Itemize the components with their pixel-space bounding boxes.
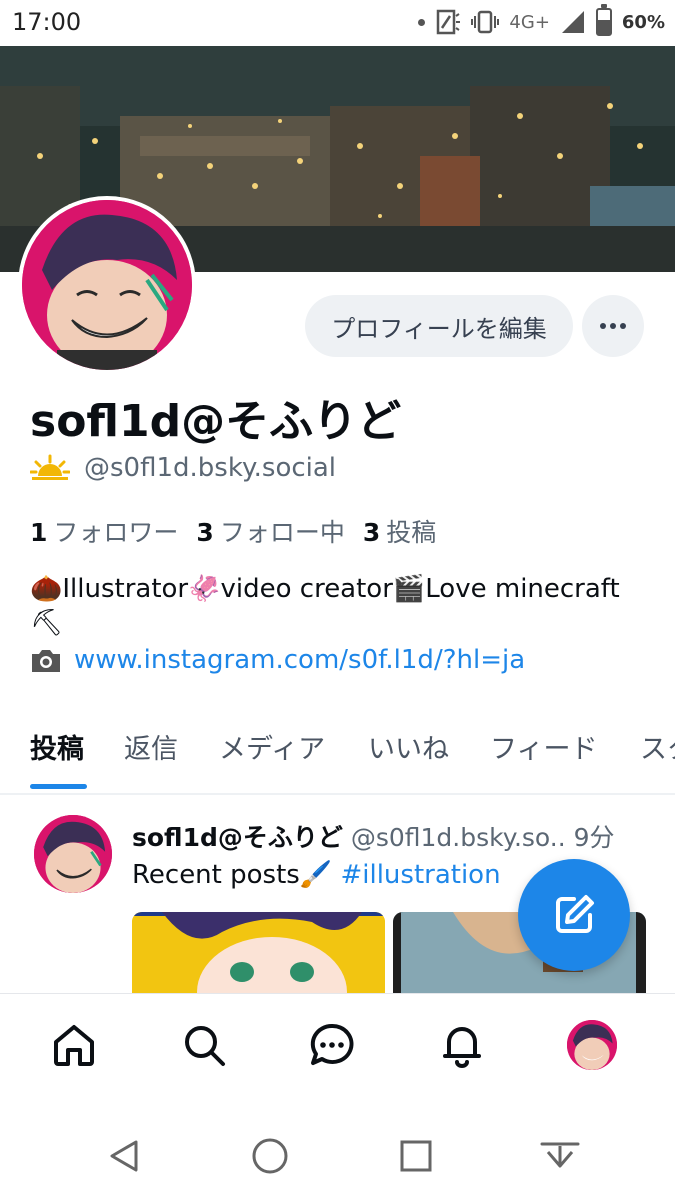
post-header: sofl1d@そふりど @s0fl1d.bsky.so.. 9分 [132, 818, 615, 854]
battery-text: 60% [621, 11, 665, 33]
system-back-button[interactable] [104, 1136, 144, 1176]
dot-icon [600, 323, 606, 329]
following-stat[interactable]: 3 フォロー中 [196, 513, 344, 549]
hide-keyboard-icon [540, 1142, 580, 1168]
edit-profile-button[interactable]: プロフィールを編集 [305, 295, 573, 357]
network-label: 4G+ [509, 11, 550, 33]
posts-stat: 3 投稿 [362, 518, 437, 547]
sunrise-icon [30, 454, 70, 480]
display-name: sofl1d@そふりど [30, 396, 402, 447]
bell-icon [443, 1027, 481, 1068]
bio-link[interactable]: www.instagram.com/s0f.l1d/?hl=ja [74, 645, 525, 675]
handle-row: @s0fl1d.bsky.social [30, 453, 336, 483]
status-icons: 4G+ 60% [418, 4, 665, 38]
chat-icon [310, 1023, 354, 1065]
tab-starter-packs[interactable]: スタ [640, 727, 675, 766]
system-nav-bar [0, 1106, 675, 1200]
post-author-name[interactable]: sofl1d@そふりど [132, 823, 343, 852]
vibrate-icon [471, 10, 500, 34]
recents-square-icon [400, 1140, 432, 1172]
status-time: 17:00 [12, 8, 82, 36]
post-hashtag[interactable]: #illustration [340, 860, 500, 890]
tab-replies[interactable]: 返信 [124, 727, 178, 766]
system-keyboard-button[interactable] [540, 1136, 580, 1176]
post-author-handle: @s0fl1d.bsky.so.. [350, 823, 566, 852]
profile-avatar[interactable] [18, 196, 196, 374]
avatar-illustration [567, 1020, 617, 1070]
home-icon [54, 1025, 94, 1066]
handle-text: @s0fl1d.bsky.social [84, 453, 337, 483]
nav-chat[interactable] [307, 1020, 357, 1070]
post-image-illustration [132, 912, 385, 1002]
home-circle-icon [252, 1138, 288, 1174]
profile-bio: 🌰Illustrator🦑video creator🎬Love minecraf… [30, 574, 620, 638]
status-bar: 17:00 4G+ 60% [0, 0, 675, 46]
signal-icon [561, 11, 584, 33]
tab-feeds[interactable]: フィード [490, 727, 597, 766]
tab-likes[interactable]: いいね [368, 727, 449, 766]
battery-fill [597, 19, 610, 34]
post-body: Recent posts🖌️ [132, 860, 333, 890]
post-text: Recent posts🖌️ #illustration [132, 860, 501, 890]
more-options-button[interactable] [582, 295, 644, 357]
followers-stat[interactable]: 1 フォロワー [30, 513, 178, 549]
camera-icon [32, 650, 60, 672]
dot-icon [610, 323, 616, 329]
avatar-illustration [34, 815, 112, 893]
notification-dot-icon [418, 18, 426, 26]
system-recents-button[interactable] [396, 1136, 436, 1176]
avatar-image [22, 200, 192, 370]
post-time: 9分 [573, 823, 615, 852]
compose-button[interactable] [518, 859, 630, 971]
search-icon [185, 1026, 225, 1066]
back-triangle-icon [110, 1140, 138, 1172]
nav-profile-avatar[interactable] [567, 1020, 617, 1070]
profile-stats: 1 フォロワー 3 フォロー中 3 投稿 [30, 513, 436, 549]
nfc-icon [437, 9, 461, 35]
nav-home[interactable] [49, 1020, 99, 1070]
bio-link-row: www.instagram.com/s0f.l1d/?hl=ja [30, 645, 525, 675]
tab-media[interactable]: メディア [219, 727, 325, 766]
avatar-illustration [22, 200, 192, 370]
bottom-nav [0, 993, 675, 1106]
dot-icon [620, 323, 626, 329]
system-home-button[interactable] [250, 1136, 290, 1176]
tab-indicator [30, 784, 87, 789]
nav-notifications[interactable] [437, 1020, 487, 1070]
profile-tabs: 投稿 返信 メディア いいね フィード スタ [0, 715, 675, 795]
post-image-1[interactable] [132, 912, 385, 1002]
nav-search[interactable] [179, 1020, 229, 1070]
compose-icon [556, 895, 594, 933]
battery-icon [595, 4, 612, 36]
tab-posts[interactable]: 投稿 [30, 727, 84, 766]
post-author-avatar[interactable] [34, 815, 112, 893]
